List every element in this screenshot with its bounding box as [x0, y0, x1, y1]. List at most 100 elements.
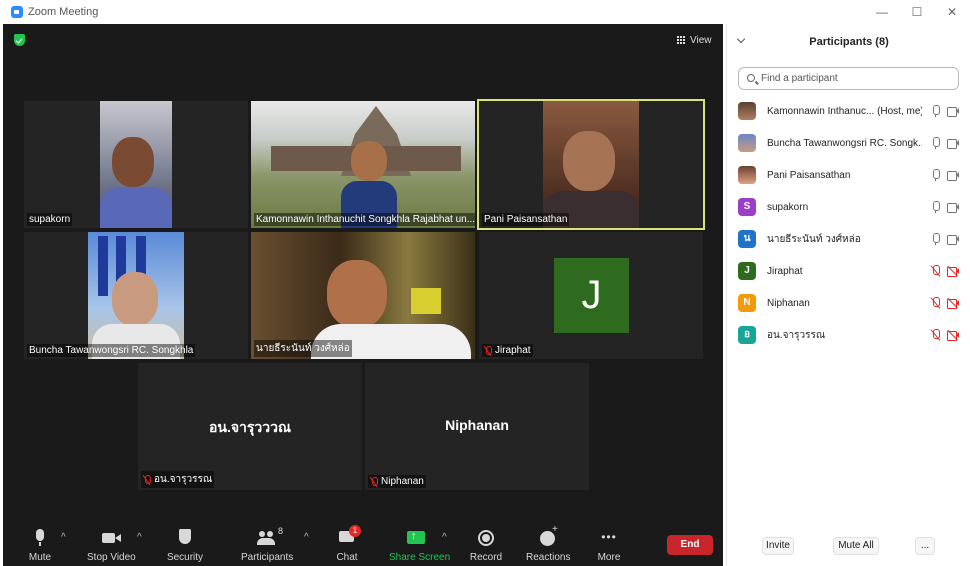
- video-tile-jaruwan[interactable]: อน.จารุวววณ อน.จารุวรรณ: [138, 363, 362, 490]
- participant-row[interactable]: Buncha Tawanwongsri RC. Songk...: [727, 127, 970, 159]
- mic-icon[interactable]: [932, 137, 940, 149]
- avatar: อ: [738, 326, 756, 344]
- participant-row[interactable]: Pani Paisansathan: [727, 159, 970, 191]
- participants-icon: 8: [256, 526, 283, 548]
- video-camera-icon[interactable]: [947, 234, 959, 245]
- record-label: Record: [469, 552, 503, 563]
- video-off-icon[interactable]: [947, 329, 959, 341]
- participant-list: Kamonnawin Inthanuc... (Host, me) Buncha…: [727, 95, 970, 351]
- grid-view-icon: [677, 35, 686, 45]
- video-camera-icon[interactable]: [947, 202, 959, 213]
- tile-big-name: อน.จารุวววณ: [208, 419, 292, 435]
- encryption-shield-icon[interactable]: [14, 34, 25, 46]
- mic-icon[interactable]: [932, 105, 940, 117]
- mic-icon[interactable]: [932, 201, 940, 213]
- tile-big-name: Niphanan: [445, 417, 509, 433]
- participants-count: 8: [278, 526, 284, 536]
- video-off-icon[interactable]: [947, 297, 959, 309]
- reactions-button[interactable]: Reactions: [526, 524, 571, 563]
- view-button[interactable]: View: [677, 32, 712, 48]
- participant-name: supakorn: [767, 201, 809, 213]
- tile-name: Niphanan: [368, 475, 426, 488]
- reactions-icon: [538, 524, 558, 548]
- video-camera-icon[interactable]: [947, 170, 959, 181]
- tile-name: นายธีระนันท์ วงศ์หล่อ: [254, 340, 352, 357]
- participants-options-caret-icon[interactable]: ^: [304, 532, 309, 543]
- video-feed: [251, 101, 475, 228]
- participant-row[interactable]: อ อน.จารุวรรณ: [727, 319, 970, 351]
- tile-name: อน.จารุวรรณ: [141, 471, 215, 488]
- participant-name: Niphanan: [767, 297, 810, 309]
- minimize-button[interactable]: —: [872, 3, 892, 21]
- mic-icon[interactable]: [932, 233, 940, 245]
- participants-label: Participants: [241, 552, 294, 563]
- tile-name: Pani Paisansathan: [482, 213, 570, 226]
- maximize-button[interactable]: ☐: [907, 3, 927, 21]
- video-tile-buncha[interactable]: Buncha Tawanwongsri RC. Songkhla: [24, 232, 248, 359]
- participant-row[interactable]: N Niphanan: [727, 287, 970, 319]
- mute-all-button[interactable]: Mute All: [833, 537, 879, 555]
- mute-button[interactable]: Mute: [27, 528, 53, 563]
- muted-mic-icon[interactable]: [932, 329, 940, 341]
- stop-video-button[interactable]: Stop Video: [87, 528, 136, 563]
- tile-name: supakorn: [27, 213, 73, 226]
- participants-button[interactable]: 8 Participants: [241, 526, 294, 563]
- video-feed: [88, 232, 184, 359]
- muted-mic-icon[interactable]: [932, 265, 940, 277]
- security-label: Security: [166, 552, 204, 563]
- mic-icon[interactable]: [932, 169, 940, 181]
- video-camera-icon[interactable]: [947, 138, 959, 149]
- search-input[interactable]: [761, 70, 951, 87]
- video-tile-pani-active-speaker[interactable]: Pani Paisansathan: [477, 99, 705, 230]
- video-feed: [100, 101, 172, 228]
- tile-name: Kamonnawin Inthanuchit Songkhla Rajabhat…: [254, 213, 475, 226]
- participant-name: Jiraphat: [767, 265, 803, 277]
- video-options-caret-icon[interactable]: ^: [137, 532, 142, 543]
- participant-row[interactable]: S supakorn: [727, 191, 970, 223]
- muted-mic-icon: [484, 345, 492, 356]
- video-tile-jiraphat[interactable]: J Jiraphat: [479, 232, 703, 359]
- mute-label: Mute: [28, 552, 52, 563]
- search-icon: [747, 74, 755, 82]
- meeting-toolbar: Mute ^ Stop Video ^ Security 8 Participa…: [3, 524, 723, 566]
- panel-more-button[interactable]: ...: [915, 537, 935, 555]
- video-off-icon[interactable]: [947, 265, 959, 277]
- video-tile-supakorn[interactable]: supakorn: [24, 101, 248, 228]
- more-label: More: [597, 552, 621, 563]
- participant-row[interactable]: Kamonnawin Inthanuc... (Host, me): [727, 95, 970, 127]
- more-button[interactable]: More: [597, 528, 621, 563]
- avatar: น: [738, 230, 756, 248]
- avatar: [738, 134, 756, 152]
- video-tile-niphanan[interactable]: Niphanan Niphanan: [365, 363, 589, 490]
- security-button[interactable]: Security: [166, 528, 204, 563]
- avatar: J: [738, 262, 756, 280]
- reactions-label: Reactions: [526, 552, 571, 563]
- video-camera-icon[interactable]: [947, 106, 959, 117]
- security-shield-icon: [175, 528, 195, 548]
- muted-mic-icon[interactable]: [932, 297, 940, 309]
- record-button[interactable]: Record: [469, 528, 503, 563]
- close-button[interactable]: ✕: [942, 3, 962, 21]
- microphone-icon: [30, 528, 50, 548]
- chat-icon: 1: [337, 525, 361, 548]
- chat-label: Chat: [336, 552, 358, 563]
- invite-button[interactable]: Invite: [762, 537, 794, 555]
- panel-title: Participants (8): [809, 36, 889, 48]
- share-screen-button[interactable]: Share Screen: [389, 528, 451, 563]
- audio-options-caret-icon[interactable]: ^: [61, 532, 66, 543]
- share-screen-label: Share Screen: [389, 552, 451, 563]
- video-tile-kamonnawin[interactable]: Kamonnawin Inthanuchit Songkhla Rajabhat…: [251, 101, 475, 228]
- chat-button[interactable]: 1 Chat: [335, 525, 361, 563]
- share-options-caret-icon[interactable]: ^: [442, 532, 447, 543]
- video-tile-teeranan[interactable]: นายธีระนันท์ วงศ์หล่อ: [251, 232, 475, 359]
- muted-mic-icon: [143, 474, 151, 485]
- participant-search[interactable]: [738, 67, 959, 90]
- participant-row[interactable]: J Jiraphat: [727, 255, 970, 287]
- record-icon: [476, 528, 496, 548]
- end-meeting-button[interactable]: End: [667, 535, 713, 555]
- participant-row[interactable]: น นายธีระนันท์ วงศ์หล่อ: [727, 223, 970, 255]
- muted-mic-icon: [370, 476, 378, 487]
- chat-unread-badge: 1: [349, 525, 361, 537]
- avatar: [738, 166, 756, 184]
- share-screen-icon: [406, 528, 426, 548]
